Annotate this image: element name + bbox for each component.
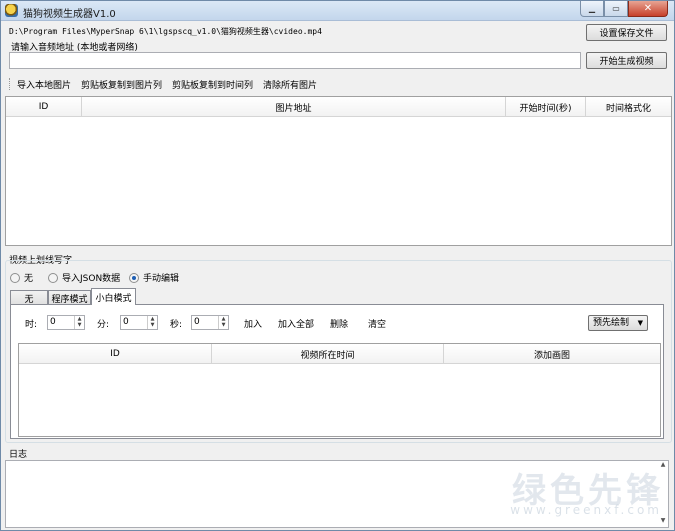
- column-header-add-drawing[interactable]: 添加画图: [444, 344, 660, 364]
- log-label: 日志: [9, 450, 28, 460]
- radio-none-label: 无: [24, 274, 34, 284]
- minute-spinner[interactable]: 0 ▲ ▼: [120, 315, 158, 330]
- clear-button[interactable]: 清空: [368, 317, 386, 330]
- tab-program-mode[interactable]: 程序模式: [48, 290, 91, 305]
- app-window: 猫狗视频生成器V1.0 ▁ ▭ ✕ D:\Program Files\Myper…: [0, 0, 675, 531]
- column-header-image-path[interactable]: 图片地址: [82, 97, 506, 117]
- draw-mode-value: 预先绘制: [593, 318, 630, 328]
- watermark-url: www.greenxf.com: [510, 503, 662, 517]
- second-label: 秒:: [170, 320, 183, 330]
- minimize-button[interactable]: ▁: [580, 1, 604, 17]
- overlay-table[interactable]: ID 视频所在时间 添加画图: [18, 343, 661, 437]
- radio-manual-edit-label: 手动编辑: [143, 274, 180, 284]
- toolbar-grip[interactable]: [9, 78, 11, 90]
- add-all-button[interactable]: 加入全部: [278, 317, 314, 330]
- spin-down-icon[interactable]: ▼: [219, 322, 228, 328]
- audio-address-input[interactable]: [9, 52, 581, 69]
- image-toolbar: 导入本地图片 剪贴板复制到图片列 剪贴板复制到时间列 清除所有图片: [9, 75, 327, 93]
- column-header-time-format[interactable]: 时间格式化: [586, 97, 671, 117]
- window-controls: ▁ ▭ ✕: [580, 1, 668, 17]
- tab-beginner-mode[interactable]: 小白模式: [91, 288, 136, 305]
- close-icon: ✕: [643, 3, 653, 14]
- maximize-icon: ▭: [612, 4, 620, 13]
- radio-import-json-label: 导入JSON数据: [62, 274, 121, 284]
- hour-value: 0: [50, 317, 56, 327]
- second-value: 0: [194, 317, 200, 327]
- add-button[interactable]: 加入: [244, 317, 262, 330]
- draw-mode-dropdown[interactable]: 预先绘制 ▼: [588, 315, 648, 331]
- hour-label: 时:: [25, 320, 38, 330]
- scroll-down-icon[interactable]: ▼: [658, 517, 668, 527]
- clear-all-images-button[interactable]: 清除所有图片: [263, 78, 317, 91]
- paste-to-time-column-button[interactable]: 剪贴板复制到时间列: [172, 78, 253, 91]
- title-bar[interactable]: 猫狗视频生成器V1.0 ▁ ▭ ✕: [1, 1, 674, 21]
- radio-manual-edit[interactable]: 手动编辑: [129, 271, 179, 284]
- minute-spinner-arrows[interactable]: ▲ ▼: [147, 316, 157, 329]
- hour-spinner-arrows[interactable]: ▲ ▼: [74, 316, 84, 329]
- second-spinner-arrows[interactable]: ▲ ▼: [218, 316, 228, 329]
- import-local-images-button[interactable]: 导入本地图片: [17, 78, 71, 91]
- tab-none[interactable]: 无: [10, 290, 48, 305]
- chevron-down-icon: ▼: [637, 319, 643, 327]
- column-header-id[interactable]: ID: [19, 344, 212, 364]
- maximize-button[interactable]: ▭: [604, 1, 628, 17]
- minute-label: 分:: [97, 320, 110, 330]
- delete-button[interactable]: 删除: [330, 317, 348, 330]
- image-table[interactable]: ID 图片地址 开始时间(秒) 时间格式化: [5, 96, 672, 246]
- hour-spinner[interactable]: 0 ▲ ▼: [47, 315, 85, 330]
- minimize-icon: ▁: [588, 4, 596, 13]
- radio-none-indicator: [10, 272, 20, 283]
- set-save-file-button[interactable]: 设置保存文件: [586, 24, 667, 41]
- column-header-start-time[interactable]: 开始时间(秒): [506, 97, 586, 117]
- spin-down-icon[interactable]: ▼: [75, 322, 84, 328]
- save-path-label: D:\Program Files\MyperSnap 6\1\lgspscq_v…: [9, 27, 322, 36]
- app-icon: [5, 4, 18, 17]
- paste-to-image-column-button[interactable]: 剪贴板复制到图片列: [81, 78, 162, 91]
- overlay-table-header: ID 视频所在时间 添加画图: [19, 344, 660, 364]
- window-title: 猫狗视频生成器V1.0: [23, 9, 116, 20]
- second-spinner[interactable]: 0 ▲ ▼: [191, 315, 229, 330]
- column-header-id[interactable]: ID: [6, 97, 82, 117]
- column-header-video-time[interactable]: 视频所在时间: [212, 344, 444, 364]
- spin-down-icon[interactable]: ▼: [148, 322, 157, 328]
- radio-import-json-indicator: [48, 272, 58, 283]
- image-table-header: ID 图片地址 开始时间(秒) 时间格式化: [6, 97, 671, 117]
- radio-manual-edit-indicator: [129, 272, 139, 283]
- start-generate-button[interactable]: 开始生成视频: [586, 52, 667, 69]
- close-button[interactable]: ✕: [628, 1, 668, 17]
- minute-value: 0: [123, 317, 129, 327]
- radio-none[interactable]: 无: [10, 271, 33, 284]
- radio-import-json[interactable]: 导入JSON数据: [48, 271, 120, 284]
